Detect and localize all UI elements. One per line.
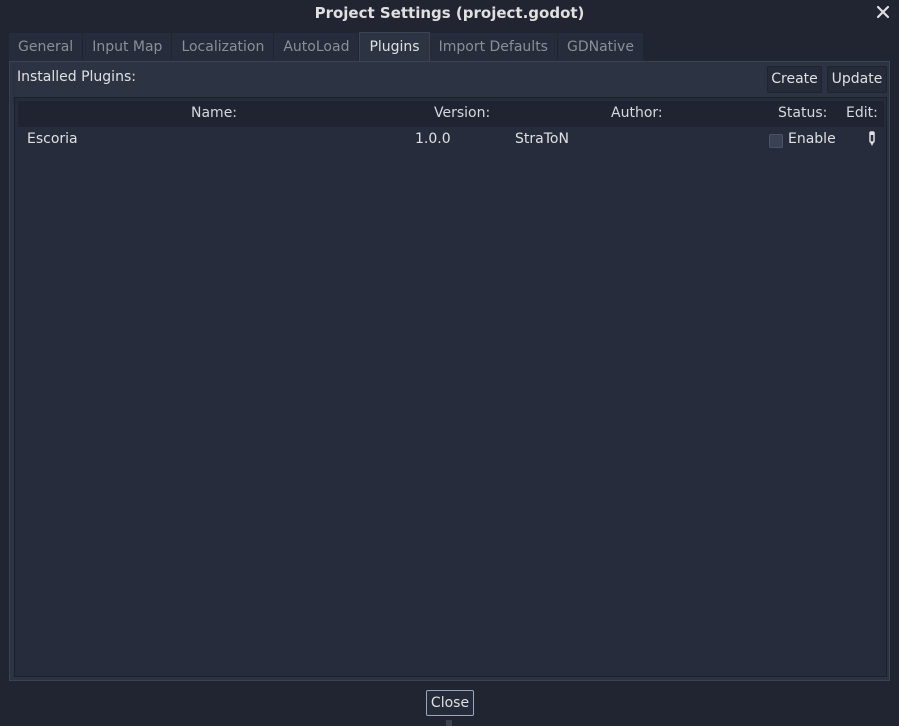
- window-title: Project Settings (project.godot): [314, 4, 585, 22]
- column-name: Name:: [191, 105, 238, 121]
- installed-plugins-label: Installed Plugins:: [17, 69, 136, 85]
- create-button[interactable]: Create: [767, 66, 822, 93]
- tab-bar: General Input Map Localization AutoLoad …: [9, 32, 890, 62]
- close-icon[interactable]: [873, 2, 893, 22]
- tab-gdnative[interactable]: GDNative: [557, 33, 644, 61]
- column-author: Author:: [611, 105, 663, 121]
- resize-grip: [446, 720, 452, 726]
- column-version: Version:: [434, 105, 491, 121]
- plugin-version: 1.0.0: [415, 131, 451, 147]
- plugins-tree[interactable]: Name: Version: Author: Status: Edit: Esc…: [14, 97, 887, 677]
- plugins-panel: Installed Plugins: Create Update Name: V…: [9, 61, 890, 681]
- dialog-footer: Close: [0, 682, 899, 726]
- column-edit: Edit:: [846, 105, 878, 121]
- title-bar: Project Settings (project.godot): [0, 0, 899, 28]
- tab-localization[interactable]: Localization: [172, 33, 275, 61]
- column-status: Status:: [778, 105, 828, 121]
- update-button[interactable]: Update: [827, 66, 887, 93]
- tab-autoload[interactable]: AutoLoad: [274, 33, 360, 61]
- tab-import-defaults[interactable]: Import Defaults: [429, 33, 558, 61]
- enable-checkbox[interactable]: [769, 134, 783, 148]
- plugin-author: StraToN: [515, 131, 569, 147]
- plugin-name: Escoria: [27, 131, 78, 147]
- edit-icon[interactable]: [867, 131, 877, 147]
- close-button[interactable]: Close: [426, 690, 474, 716]
- table-row[interactable]: Escoria 1.0.0 StraToN Enable: [18, 127, 884, 153]
- tab-input-map[interactable]: Input Map: [83, 33, 173, 61]
- tree-header: Name: Version: Author: Status: Edit:: [18, 101, 884, 127]
- tab-plugins[interactable]: Plugins: [359, 32, 430, 62]
- enable-label[interactable]: Enable: [788, 131, 836, 147]
- tab-general[interactable]: General: [9, 33, 84, 61]
